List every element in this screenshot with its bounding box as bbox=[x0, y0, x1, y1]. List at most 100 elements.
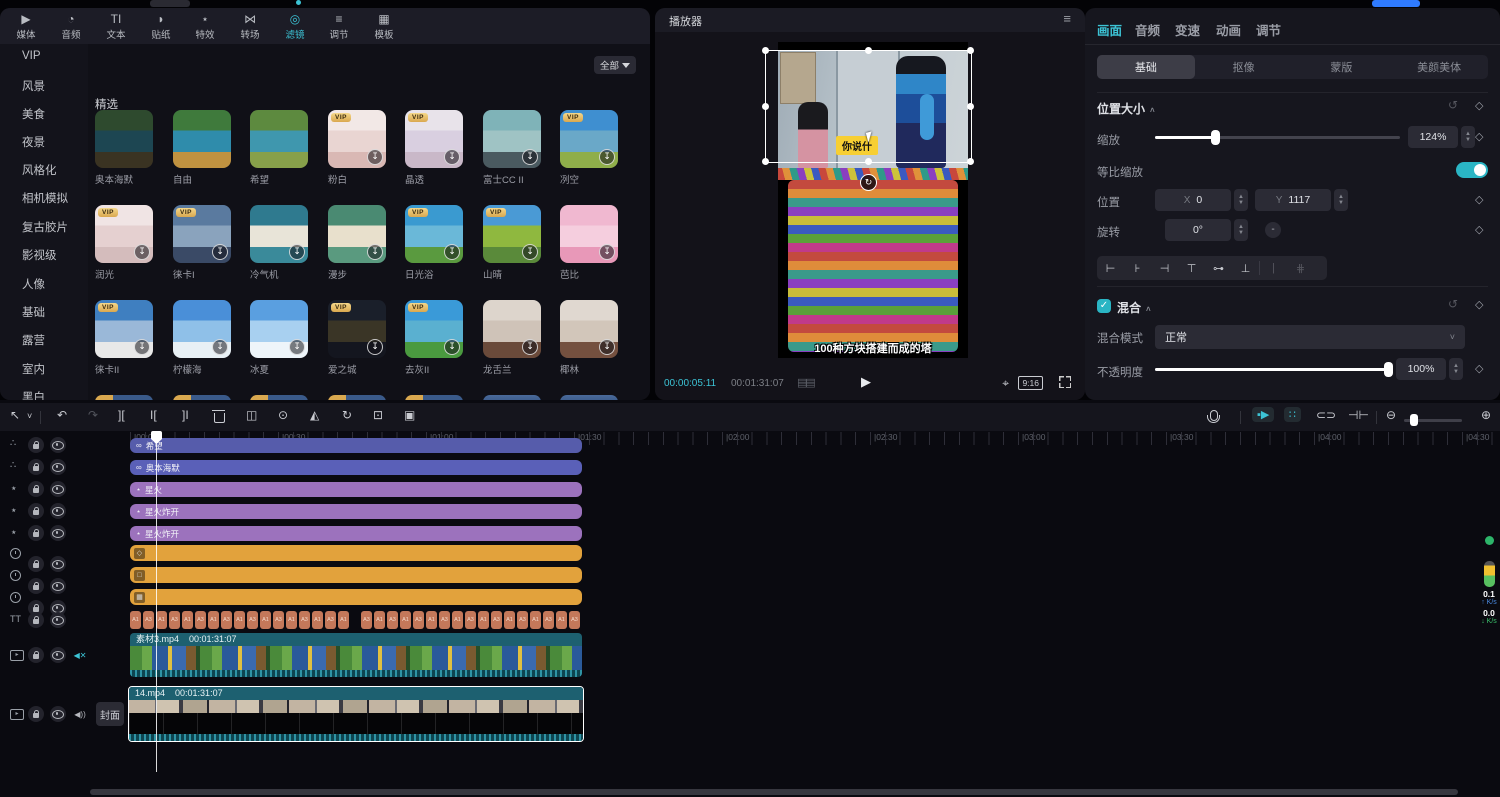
filter-item[interactable]: VIP↧徕卡I bbox=[173, 205, 231, 281]
scale-keyframe-icon[interactable]: ◇ bbox=[1475, 130, 1483, 143]
text-clip[interactable]: A1 bbox=[478, 611, 489, 629]
text-clip[interactable]: A3 bbox=[413, 611, 424, 629]
text-clip[interactable]: A1 bbox=[504, 611, 515, 629]
filter-category-美食[interactable]: 美食 bbox=[22, 106, 45, 122]
filter-item[interactable]: VIP↧冽空 bbox=[560, 110, 618, 186]
text-clip[interactable]: A1 bbox=[182, 611, 193, 629]
text-clip[interactable]: A1 bbox=[286, 611, 297, 629]
media-tab-音频[interactable]: ◔音频 bbox=[48, 10, 94, 43]
opacity-slider[interactable] bbox=[1155, 368, 1390, 371]
lock-icon[interactable] bbox=[28, 437, 44, 453]
text-clip[interactable]: A1 bbox=[156, 611, 167, 629]
filter-item[interactable]: ↧芭比 bbox=[560, 205, 618, 281]
fullscreen-icon[interactable] bbox=[1059, 376, 1071, 388]
align-bottom-icon[interactable]: ⊥ bbox=[1232, 262, 1259, 275]
auto-snap-toggle[interactable]: ∷ bbox=[1284, 407, 1301, 422]
position-keyframe-icon[interactable]: ◇ bbox=[1475, 193, 1483, 206]
media-tab-媒体[interactable]: ▶媒体 bbox=[3, 10, 49, 43]
reset-icon[interactable]: ↺ bbox=[1448, 98, 1458, 112]
filter-category-风格化[interactable]: 风格化 bbox=[22, 162, 57, 178]
filter-category-相机模拟[interactable]: 相机模拟 bbox=[22, 190, 68, 206]
filter-clip[interactable]: ∞希望 bbox=[130, 438, 582, 453]
mirror-icon[interactable]: ◭ bbox=[310, 408, 319, 422]
selection-handle[interactable] bbox=[762, 103, 769, 110]
scale-slider[interactable] bbox=[1155, 136, 1400, 139]
lock-icon[interactable] bbox=[28, 706, 44, 722]
media-tab-转场[interactable]: ⋈转场 bbox=[227, 10, 273, 43]
blend-reset-icon[interactable]: ↺ bbox=[1448, 297, 1458, 311]
split-icon[interactable]: ][ bbox=[118, 408, 125, 422]
filter-category-夜景[interactable]: 夜景 bbox=[22, 134, 45, 150]
filter-item[interactable]: ↧椰林 bbox=[560, 300, 618, 376]
eye-icon[interactable] bbox=[50, 647, 66, 663]
zoom-slider-knob[interactable] bbox=[1410, 414, 1418, 426]
text-clip[interactable]: A3 bbox=[299, 611, 310, 629]
subtab-蒙版[interactable]: 蒙版 bbox=[1293, 55, 1391, 79]
media-tab-贴纸[interactable]: ◗贴纸 bbox=[138, 10, 184, 43]
filter-item[interactable]: VIP↧粉白 bbox=[328, 110, 386, 186]
speaker-muted-icon[interactable]: ◀✕ bbox=[72, 647, 88, 663]
scale-value[interactable]: 124% bbox=[1408, 126, 1458, 148]
selection-handle[interactable] bbox=[967, 103, 974, 110]
playhead-line[interactable] bbox=[156, 432, 157, 772]
rotation-keyframe-icon[interactable]: ◇ bbox=[1475, 223, 1483, 236]
player-menu-icon[interactable]: ≡ bbox=[1063, 11, 1071, 26]
effect-clip[interactable]: ⋆星火炸开 bbox=[130, 526, 582, 541]
lock-icon[interactable] bbox=[28, 503, 44, 519]
text-clip[interactable]: A3 bbox=[247, 611, 258, 629]
filter-category-影视级[interactable]: 影视级 bbox=[22, 247, 57, 263]
lock-icon[interactable] bbox=[28, 459, 44, 475]
eye-icon[interactable] bbox=[50, 503, 66, 519]
text-clip[interactable]: A1 bbox=[452, 611, 463, 629]
media-tab-滤镜[interactable]: ◎滤镜 bbox=[272, 10, 318, 43]
rotation-knob[interactable]: - bbox=[1265, 222, 1281, 238]
split-keep-left-icon[interactable]: I[ bbox=[150, 408, 157, 422]
adjust-clip[interactable]: □ bbox=[130, 567, 582, 583]
text-clip[interactable]: A1 bbox=[530, 611, 541, 629]
position-y-stepper[interactable]: ▲▼ bbox=[1334, 189, 1348, 211]
text-clip[interactable]: A1 bbox=[400, 611, 411, 629]
blend-section[interactable]: 混合˄ bbox=[1117, 299, 1151, 316]
opacity-keyframe-icon[interactable]: ◇ bbox=[1475, 362, 1483, 375]
main-track-magnet-toggle[interactable]: ▪▶ bbox=[1252, 407, 1274, 422]
text-clip[interactable]: A1 bbox=[208, 611, 219, 629]
selection-handle[interactable] bbox=[967, 47, 974, 54]
filter-item[interactable]: VIP↧日光浴 bbox=[405, 205, 463, 281]
filter-category-复古胶片[interactable]: 复古胶片 bbox=[22, 219, 68, 235]
selection-handle[interactable] bbox=[762, 47, 769, 54]
play-icon[interactable]: ▶ bbox=[861, 374, 871, 390]
media-tab-特效[interactable]: ⋆特效 bbox=[182, 10, 228, 43]
text-clip[interactable]: A3 bbox=[361, 611, 372, 629]
filter-item[interactable]: VIP↧徕卡II bbox=[95, 300, 153, 376]
tab-调节[interactable]: 调节 bbox=[1256, 20, 1281, 39]
filter-category-基础[interactable]: 基础 bbox=[22, 304, 45, 320]
text-clip[interactable]: A3 bbox=[543, 611, 554, 629]
distribute-v-icon[interactable]: ⋕ bbox=[1287, 262, 1314, 275]
tab-变速[interactable]: 变速 bbox=[1175, 20, 1200, 39]
filter-category-人像[interactable]: 人像 bbox=[22, 276, 45, 292]
text-clip[interactable]: A3 bbox=[143, 611, 154, 629]
blend-checkbox[interactable]: ✓ bbox=[1097, 299, 1111, 313]
text-clip[interactable]: A1 bbox=[260, 611, 271, 629]
tab-画面[interactable]: 画面 bbox=[1097, 20, 1122, 39]
media-tab-文本[interactable]: TI文本 bbox=[93, 10, 139, 43]
text-clip[interactable]: A3 bbox=[273, 611, 284, 629]
align-right-icon[interactable]: ⊣ bbox=[1151, 262, 1178, 275]
uniform-scale-toggle[interactable] bbox=[1456, 162, 1488, 178]
distribute-h-icon[interactable]: | bbox=[1260, 262, 1287, 274]
rotation-field[interactable]: 0° bbox=[1165, 219, 1231, 241]
text-clip[interactable]: A3 bbox=[491, 611, 502, 629]
filter-item[interactable]: 希望 bbox=[250, 110, 308, 186]
media-tab-调节[interactable]: ≡调节 bbox=[316, 10, 362, 43]
subtab-基础[interactable]: 基础 bbox=[1097, 55, 1195, 79]
text-clip[interactable]: A3 bbox=[195, 611, 206, 629]
filter-item[interactable]: ↧龙舌兰 bbox=[483, 300, 541, 376]
smart-matting-icon[interactable]: ▣ bbox=[404, 408, 415, 422]
filter-category-室内[interactable]: 室内 bbox=[22, 361, 45, 377]
text-clip[interactable]: A1 bbox=[234, 611, 245, 629]
scale-stepper[interactable]: ▲▼ bbox=[1461, 126, 1475, 148]
opacity-stepper[interactable]: ▲▼ bbox=[1449, 358, 1463, 380]
text-clip[interactable]: A1 bbox=[312, 611, 323, 629]
filter-category-VIP[interactable]: VIP bbox=[22, 50, 41, 62]
opacity-value[interactable]: 100% bbox=[1396, 358, 1446, 380]
